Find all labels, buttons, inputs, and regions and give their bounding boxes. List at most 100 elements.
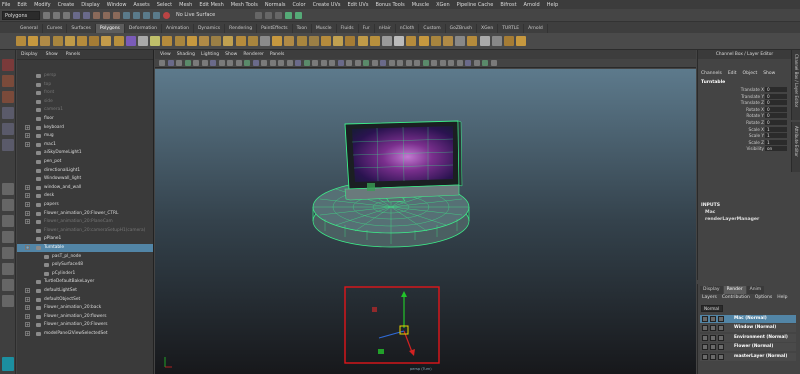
shelf-tab-gozbrush[interactable]: GoZBrush [446, 24, 477, 33]
viewport-menu-show[interactable]: Show [225, 52, 237, 57]
viewport-tool-icon[interactable] [414, 60, 420, 66]
channel-value-field[interactable]: 0 [765, 113, 787, 119]
channel-value-field[interactable]: 0 [765, 87, 787, 92]
gizmo-xy-plane-handle[interactable] [372, 307, 377, 312]
shelf-tool-icon[interactable] [89, 36, 100, 46]
menu-assets[interactable]: Assets [133, 2, 149, 8]
shelf-tab-custom[interactable]: Custom [419, 24, 446, 33]
input-node[interactable]: renderLayerManager [705, 217, 759, 222]
select-object-icon[interactable] [103, 11, 110, 19]
viewport-tool-icon[interactable] [261, 60, 267, 66]
shelf-tab-rendering[interactable]: Rendering [225, 24, 258, 33]
shelf-tool-icon[interactable] [138, 36, 148, 46]
channel-row[interactable]: Scale Z1 [698, 139, 790, 146]
shelf-tool-icon[interactable] [308, 36, 319, 46]
outliner-item[interactable]: top [17, 81, 153, 89]
layer-render-icon[interactable] [710, 344, 716, 351]
shelf-tool-icon[interactable] [443, 36, 453, 46]
shelf-tool-icon[interactable] [284, 36, 295, 46]
expand-icon[interactable]: + [25, 124, 30, 130]
viewport-menu-panels[interactable]: Panels [270, 52, 284, 57]
channel-value-field[interactable]: 1 [765, 139, 787, 145]
shelf-tool-icon[interactable] [430, 36, 441, 46]
channel-value-field[interactable]: 0 [765, 93, 787, 99]
snap-point-icon[interactable] [143, 11, 150, 19]
shelf-tool-icon[interactable] [235, 36, 246, 46]
viewport-tool-icon[interactable] [354, 60, 361, 66]
layer-visibility-icon[interactable] [702, 316, 708, 322]
viewport-tool-icon[interactable] [227, 60, 233, 66]
viewport-tool-icon[interactable] [490, 60, 497, 66]
expand-icon[interactable]: + [25, 331, 30, 336]
outliner-item[interactable]: pasT_pl_node [17, 253, 153, 261]
shelf-tab-deformation[interactable]: Deformation [125, 24, 162, 33]
side-tab-attribute-editor[interactable]: Attribute Editor [791, 122, 800, 172]
menuset-selector[interactable]: Polygons [2, 10, 40, 20]
channel-box-menu-edit[interactable]: Edit [728, 71, 737, 76]
menu-edit-uvs[interactable]: Edit UVs [347, 2, 368, 8]
save-scene-icon[interactable] [63, 11, 70, 19]
viewport-tool-icon[interactable] [346, 60, 352, 66]
shelf-tab-fur[interactable]: Fur [359, 24, 375, 33]
layer-recycle-icon[interactable] [718, 353, 724, 360]
shelf-tab-polygons[interactable]: Polygons [95, 24, 125, 33]
outliner-item[interactable]: + Flower_animation_20:Flowers [17, 321, 153, 329]
viewport-tool-icon[interactable] [269, 60, 276, 66]
menu-mesh-tools[interactable]: Mesh Tools [231, 2, 258, 8]
outliner-item[interactable]: + mac1 [17, 141, 153, 149]
outliner-item[interactable]: Windowwall_light [17, 175, 153, 183]
outliner-item[interactable]: directionalLight1 [17, 167, 153, 175]
outliner-item[interactable]: pCylinder1 [17, 270, 153, 278]
layer-menu-help[interactable]: Help [777, 295, 787, 300]
tab-anim[interactable]: Anim [746, 286, 765, 294]
select-tool-icon[interactable] [2, 59, 14, 71]
snap-grid-icon[interactable] [123, 11, 130, 19]
viewport-tool-icon[interactable] [380, 60, 386, 66]
layer-visibility-icon[interactable] [702, 344, 708, 351]
viewport-tool-icon[interactable] [465, 60, 471, 66]
move-tool-icon[interactable] [2, 107, 14, 119]
outliner-item[interactable]: + defaultLightSet [17, 287, 153, 295]
expand-icon[interactable]: + [25, 210, 30, 216]
viewport-tool-icon[interactable] [159, 60, 165, 66]
channel-value-field[interactable]: 1 [765, 133, 787, 139]
render-layer-row[interactable]: Environment (Normal) [700, 333, 796, 342]
shelf-tool-icon[interactable] [321, 36, 331, 46]
expand-icon[interactable]: + [25, 141, 30, 147]
render-settings-icon[interactable] [275, 11, 283, 19]
layer-render-icon[interactable] [710, 325, 716, 332]
shelf-tool-icon[interactable] [40, 36, 51, 46]
layer-visibility-icon[interactable] [702, 334, 708, 341]
channel-value-field[interactable]: 0 [765, 120, 787, 125]
outliner-menu-display[interactable]: Display [21, 52, 38, 57]
shelf-tab-muscle[interactable]: Muscle [312, 24, 337, 33]
render-layer-row[interactable]: Mac (Normal) [700, 315, 796, 323]
channel-box-menu-show[interactable]: Show [763, 71, 775, 76]
shelf-tool-icon[interactable] [125, 36, 136, 46]
shelf-tool-icon[interactable] [406, 36, 417, 46]
outliner-menu-panels[interactable]: Panels [66, 52, 80, 57]
layer-menu-contribution[interactable]: Contribution [722, 295, 750, 300]
channel-value-field[interactable]: 0 [765, 106, 787, 112]
layer-render-icon[interactable] [710, 316, 716, 322]
graph-editor-layout-icon[interactable] [2, 263, 14, 275]
channel-row[interactable]: Scale Y1 [698, 133, 790, 139]
expand-icon[interactable]: + [25, 313, 30, 319]
outliner-item[interactable]: + Flower_animation_20:PlaneCam [17, 218, 153, 226]
layer-visibility-icon[interactable] [702, 353, 708, 360]
menu-edit-mesh[interactable]: Edit Mesh [199, 2, 223, 8]
two-pane-stacked-layout-icon[interactable] [2, 231, 14, 243]
outliner-item[interactable]: aiSkyDomeLight1 [17, 149, 153, 157]
channel-row[interactable]: Translate Z0 [698, 100, 790, 106]
outliner-item[interactable]: + papers [17, 201, 153, 209]
outliner-item[interactable]: polySurface48 [17, 261, 153, 269]
viewport-tool-icon[interactable] [193, 60, 199, 66]
menu-select[interactable]: Select [157, 2, 172, 8]
menu-pipeline-cache[interactable]: Pipeline Cache [457, 2, 494, 8]
viewport-tool-icon[interactable] [397, 60, 403, 66]
select-hierarchy-icon[interactable] [93, 11, 100, 19]
tab-display[interactable]: Display [700, 286, 723, 294]
menu-create-uvs[interactable]: Create UVs [313, 2, 341, 8]
outliner-item[interactable]: + mug [17, 132, 153, 140]
snap-curve-icon[interactable] [133, 11, 140, 19]
